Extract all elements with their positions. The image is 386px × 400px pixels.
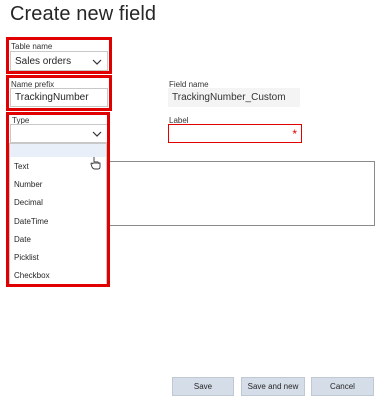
description-textarea[interactable] [105, 161, 375, 226]
save-button[interactable]: Save [172, 377, 234, 396]
save-and-new-button[interactable]: Save and new [241, 377, 305, 396]
field-name-text: TrackingNumber_Custom [172, 92, 286, 103]
required-asterisk-icon: * [292, 127, 297, 141]
create-field-dialog: Create new field Table name Sales orders… [0, 0, 386, 400]
name-prefix-highlight [6, 75, 112, 111]
table-name-highlight [6, 37, 112, 74]
field-name-value: TrackingNumber_Custom [168, 88, 300, 107]
label-input[interactable]: * [168, 124, 302, 143]
cancel-button[interactable]: Cancel [311, 377, 374, 396]
type-highlight [6, 112, 110, 287]
dialog-title: Create new field [10, 3, 157, 25]
